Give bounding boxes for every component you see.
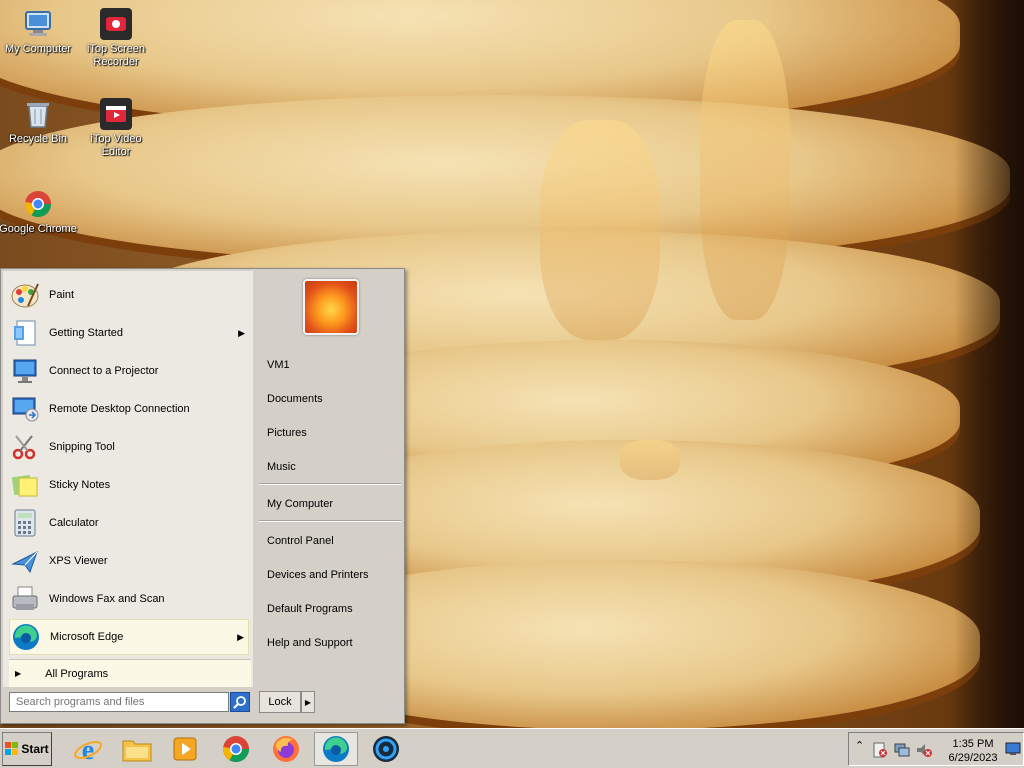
internet-explorer-icon: e bbox=[74, 735, 102, 764]
chrome-icon bbox=[22, 188, 54, 220]
place-my-computer[interactable]: My Computer bbox=[267, 498, 333, 510]
remote-desktop-icon bbox=[9, 393, 41, 425]
program-connect-to-a-projector[interactable]: Connect to a Projector bbox=[9, 353, 249, 389]
desktop-icon-label: Recycle Bin bbox=[8, 133, 68, 145]
search-icon bbox=[233, 696, 246, 709]
clock-date: 6/29/2023 bbox=[948, 752, 998, 764]
media-player-icon bbox=[173, 737, 197, 761]
network-icon[interactable] bbox=[893, 741, 911, 759]
desktop-icon-itop-screen-recorder[interactable]: iTop Screen Recorder bbox=[76, 8, 156, 69]
desktop-icon-google-chrome[interactable]: Google Chrome bbox=[0, 188, 78, 236]
program-label: Remote Desktop Connection bbox=[49, 403, 190, 415]
desktop-icon-my-computer[interactable]: My Computer bbox=[0, 8, 78, 56]
submenu-arrow-icon: ▶ bbox=[237, 631, 244, 642]
program-label: Calculator bbox=[49, 517, 99, 529]
place-control-panel[interactable]: Control Panel bbox=[267, 535, 334, 547]
fax-scan-icon bbox=[9, 583, 41, 615]
taskbar-file-explorer[interactable] bbox=[115, 732, 159, 766]
taskbar: Start e ⌃ 1:35 PM 6/29/2023 bbox=[0, 728, 1024, 768]
program-label: Microsoft Edge bbox=[50, 631, 124, 643]
computer-icon bbox=[22, 8, 54, 40]
edge-icon bbox=[323, 736, 349, 762]
program-label: Connect to a Projector bbox=[49, 365, 159, 377]
chrome-icon bbox=[222, 736, 250, 763]
program-xps-viewer[interactable]: XPS Viewer bbox=[9, 543, 249, 579]
search-row: Lock ▶ bbox=[3, 689, 403, 721]
all-programs-button[interactable]: ▶ All Programs bbox=[9, 659, 251, 687]
taskbar-itop-screen-recorder[interactable] bbox=[364, 732, 408, 766]
right-arrow-icon: ▶ bbox=[304, 697, 312, 707]
itop-screen-recorder-icon bbox=[100, 8, 132, 40]
action-center-icon[interactable] bbox=[871, 741, 889, 759]
right-arrow-icon: ▶ bbox=[15, 669, 22, 678]
submenu-arrow-icon: ▶ bbox=[238, 327, 245, 338]
sticky-notes-icon bbox=[9, 469, 41, 501]
clock[interactable]: 1:35 PM 6/29/2023 bbox=[943, 737, 1003, 765]
itop-video-editor-icon bbox=[100, 98, 132, 130]
program-label: Snipping Tool bbox=[49, 441, 115, 453]
svg-text:e: e bbox=[82, 735, 94, 764]
start-button[interactable]: Start bbox=[2, 732, 52, 766]
place-help-and-support[interactable]: Help and Support bbox=[267, 637, 353, 649]
program-sticky-notes[interactable]: Sticky Notes bbox=[9, 467, 249, 503]
getting-started-icon bbox=[9, 317, 41, 349]
user-picture[interactable] bbox=[303, 279, 359, 335]
taskbar-edge[interactable] bbox=[314, 732, 358, 766]
show-desktop-icon[interactable] bbox=[1005, 741, 1021, 757]
file-explorer-icon bbox=[122, 740, 152, 762]
places-pane: VM1 Documents Pictures Music My Computer… bbox=[255, 271, 403, 687]
desktop-icon-itop-video-editor[interactable]: iTop Video Editor bbox=[76, 98, 156, 159]
program-windows-fax-and-scan[interactable]: Windows Fax and Scan bbox=[9, 581, 249, 617]
program-label: Windows Fax and Scan bbox=[49, 593, 165, 605]
program-remote-desktop-connection[interactable]: Remote Desktop Connection bbox=[9, 391, 249, 427]
place-user-folder[interactable]: VM1 bbox=[267, 359, 290, 371]
program-snipping-tool[interactable]: Snipping Tool bbox=[9, 429, 249, 465]
lock-options-button[interactable]: ▶ bbox=[301, 691, 315, 713]
desktop-icon-recycle-bin[interactable]: Recycle Bin bbox=[0, 98, 78, 146]
program-microsoft-edge[interactable]: Microsoft Edge ▶ bbox=[9, 619, 249, 655]
taskbar-chrome[interactable] bbox=[214, 732, 258, 766]
program-label: Getting Started bbox=[49, 327, 123, 339]
taskbar-firefox[interactable] bbox=[264, 732, 308, 766]
volume-muted-icon[interactable] bbox=[915, 741, 933, 759]
program-label: XPS Viewer bbox=[49, 555, 108, 567]
lock-button[interactable]: Lock bbox=[259, 691, 301, 713]
system-tray: ⌃ 1:35 PM 6/29/2023 bbox=[848, 732, 1024, 766]
programs-pane: Paint Getting Started ▶ Connect to a Pro… bbox=[3, 271, 253, 687]
recycle-bin-icon bbox=[22, 98, 54, 130]
desktop-icon-label: My Computer bbox=[4, 43, 72, 55]
taskbar-media-player[interactable] bbox=[163, 732, 207, 766]
windows-logo-icon bbox=[5, 742, 19, 756]
taskbar-internet-explorer[interactable]: e bbox=[66, 732, 110, 766]
search-input[interactable] bbox=[9, 692, 229, 712]
xps-viewer-icon bbox=[9, 545, 41, 577]
all-programs-label: All Programs bbox=[45, 667, 109, 680]
place-devices-and-printers[interactable]: Devices and Printers bbox=[267, 569, 369, 581]
program-label: Sticky Notes bbox=[49, 479, 111, 491]
scissors-icon bbox=[9, 431, 41, 463]
desktop-icon-label: Google Chrome bbox=[0, 223, 77, 235]
itop-recorder-icon bbox=[373, 736, 399, 762]
places-separator bbox=[259, 483, 401, 485]
start-menu: Paint Getting Started ▶ Connect to a Pro… bbox=[0, 268, 405, 724]
place-documents[interactable]: Documents bbox=[267, 393, 323, 405]
place-default-programs[interactable]: Default Programs bbox=[267, 603, 353, 615]
places-separator bbox=[259, 520, 401, 522]
paint-icon bbox=[9, 279, 41, 311]
show-hidden-icons-icon[interactable]: ⌃ bbox=[855, 739, 864, 752]
program-label: Paint bbox=[49, 289, 75, 301]
desktop-icon-label: iTop Screen Recorder bbox=[86, 43, 146, 68]
program-getting-started[interactable]: Getting Started ▶ bbox=[9, 315, 249, 351]
desktop-icon-label: iTop Video Editor bbox=[90, 133, 142, 158]
program-calculator[interactable]: Calculator bbox=[9, 505, 249, 541]
search-button[interactable] bbox=[230, 692, 250, 712]
place-music[interactable]: Music bbox=[267, 461, 296, 473]
projector-icon bbox=[9, 355, 41, 387]
calculator-icon bbox=[9, 507, 41, 539]
edge-icon bbox=[10, 621, 42, 653]
program-paint[interactable]: Paint bbox=[9, 277, 249, 313]
place-pictures[interactable]: Pictures bbox=[267, 427, 307, 439]
firefox-icon bbox=[273, 736, 299, 762]
clock-time: 1:35 PM bbox=[952, 738, 994, 750]
